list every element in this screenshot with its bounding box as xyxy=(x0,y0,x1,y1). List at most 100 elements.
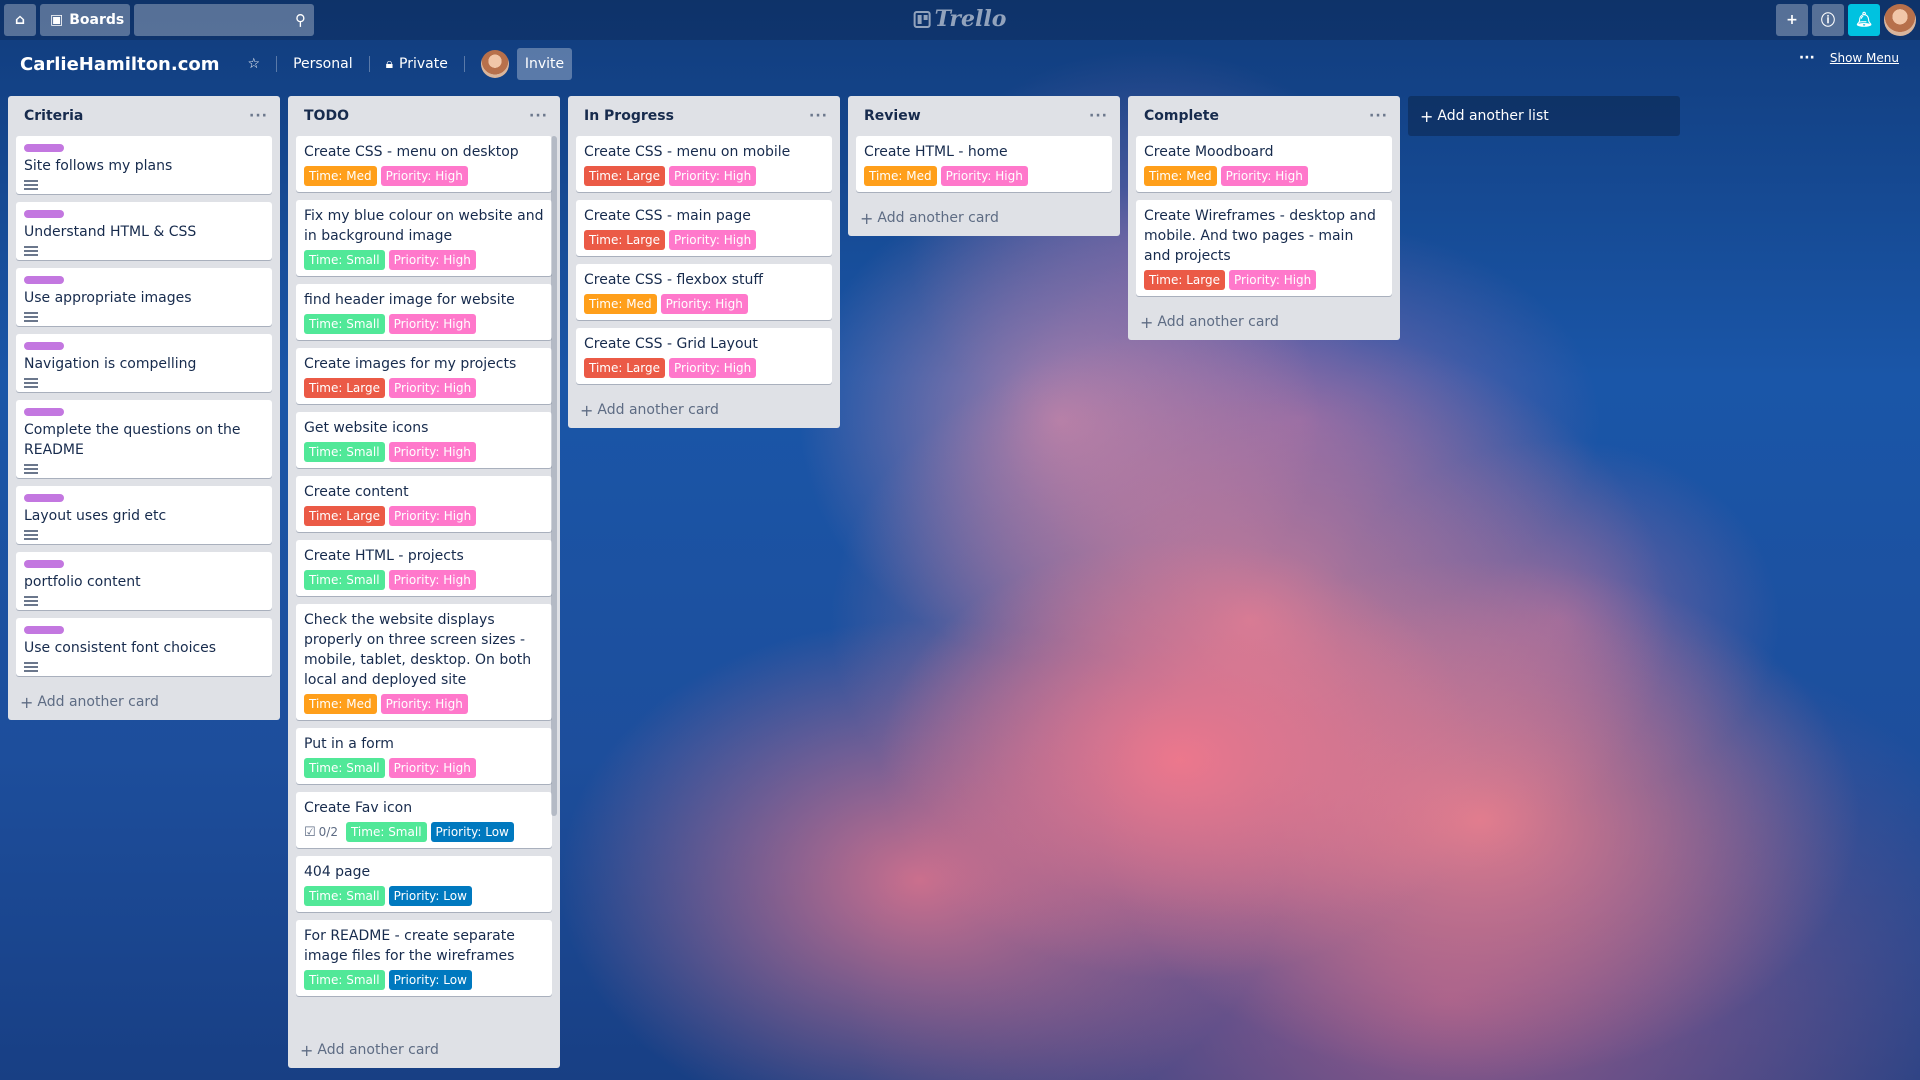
time-label[interactable]: Time: Med xyxy=(864,166,937,186)
list-header[interactable]: Criteria ··· xyxy=(16,96,272,136)
list-header[interactable]: Review ··· xyxy=(856,96,1112,136)
scrollbar[interactable] xyxy=(551,136,557,816)
time-label[interactable]: Time: Large xyxy=(304,506,385,526)
list-menu-icon[interactable]: ··· xyxy=(529,108,548,124)
card[interactable]: Layout uses grid etc xyxy=(16,486,272,544)
search-icon[interactable]: ⚲ xyxy=(295,11,306,29)
invite-button[interactable]: Invite xyxy=(516,48,573,80)
time-label[interactable]: Time: Small xyxy=(304,758,385,778)
card[interactable]: Create CSS - menu on mobile Time: Large Pr… xyxy=(576,136,832,192)
card[interactable]: Create Moodboard Time: Med Priority: High xyxy=(1136,136,1392,192)
priority-label[interactable]: Priority: High xyxy=(388,758,476,778)
card[interactable]: Use consistent font choices xyxy=(16,618,272,676)
card-label[interactable] xyxy=(24,276,64,284)
time-label[interactable]: Time: Med xyxy=(304,694,377,714)
card-label[interactable] xyxy=(24,626,64,634)
member-avatar[interactable] xyxy=(480,50,509,78)
card[interactable]: Get website icons Time: Small Priority: Hi… xyxy=(296,412,552,468)
time-label[interactable]: Time: Med xyxy=(584,294,657,314)
card-label[interactable] xyxy=(24,408,64,416)
priority-label[interactable]: Priority: Low xyxy=(388,886,472,906)
time-label[interactable]: Time: Small xyxy=(304,314,385,334)
card[interactable]: Create content Time: Large Priority: High xyxy=(296,476,552,532)
time-label[interactable]: Time: Med xyxy=(304,166,377,186)
time-label[interactable]: Time: Small xyxy=(345,822,427,842)
priority-label[interactable]: Priority: High xyxy=(388,314,476,334)
list-menu-icon[interactable]: ··· xyxy=(809,108,828,124)
avatar[interactable] xyxy=(1884,4,1916,36)
priority-label[interactable]: Priority: High xyxy=(660,294,748,314)
card[interactable]: find header image for website Time: Small… xyxy=(296,284,552,340)
list-header[interactable]: In Progress ··· xyxy=(576,96,832,136)
card-label[interactable] xyxy=(24,342,64,350)
visibility-button[interactable]: 🔒︎ Private xyxy=(378,48,456,80)
list-menu-icon[interactable]: ··· xyxy=(1089,108,1108,124)
time-label[interactable]: Time: Large xyxy=(304,378,385,398)
list-title[interactable]: Criteria xyxy=(24,108,83,124)
add-card-button[interactable]: + Add another card xyxy=(1136,304,1392,340)
card[interactable]: portfolio content xyxy=(16,552,272,610)
time-label[interactable]: Time: Small xyxy=(304,442,385,462)
list-title[interactable]: In Progress xyxy=(584,108,674,124)
priority-label[interactable]: Priority: High xyxy=(669,358,757,378)
card[interactable]: 404 page Time: Small Priority: Low xyxy=(296,856,552,912)
list-menu-icon[interactable]: ··· xyxy=(1369,108,1388,124)
card[interactable]: Check the website displays properly on t… xyxy=(296,604,552,720)
priority-label[interactable]: Priority: High xyxy=(669,230,757,250)
show-menu-button[interactable]: ··· Show Menu xyxy=(1799,48,1904,68)
add-list-button[interactable]: + Add another list xyxy=(1408,96,1680,136)
priority-label[interactable]: Priority: High xyxy=(1229,270,1317,290)
card[interactable]: Understand HTML & CSS xyxy=(16,202,272,260)
card[interactable]: Use appropriate images xyxy=(16,268,272,326)
boards-button[interactable]: ▣ Boards xyxy=(40,4,130,36)
card-label[interactable] xyxy=(24,144,64,152)
add-card-button[interactable]: + Add another card xyxy=(856,200,1112,236)
card[interactable]: Create HTML - home Time: Med Priority: Hig… xyxy=(856,136,1112,192)
search-input[interactable] xyxy=(134,4,314,36)
add-card-button[interactable]: + Add another card xyxy=(576,392,832,428)
star-button[interactable]: ☆ xyxy=(240,48,269,80)
priority-label[interactable]: Priority: High xyxy=(940,166,1028,186)
list-title[interactable]: Complete xyxy=(1144,108,1219,124)
time-label[interactable]: Time: Small xyxy=(304,570,385,590)
notifications-button[interactable]: 🔔︎ xyxy=(1848,4,1880,36)
card[interactable]: Site follows my plans xyxy=(16,136,272,194)
card[interactable]: Fix my blue colour on website and in bac… xyxy=(296,200,552,276)
time-label[interactable]: Time: Large xyxy=(584,166,665,186)
card-label[interactable] xyxy=(24,494,64,502)
card[interactable]: Create CSS - main page Time: Large Priorit… xyxy=(576,200,832,256)
list-title[interactable]: Review xyxy=(864,108,921,124)
time-label[interactable]: Time: Small xyxy=(304,250,385,270)
priority-label[interactable]: Priority: Low xyxy=(388,970,472,990)
time-label[interactable]: Time: Small xyxy=(304,970,385,990)
card[interactable]: Create Fav icon ☑ 0/2 Time: Small Priority: … xyxy=(296,792,552,848)
list-header[interactable]: Complete ··· xyxy=(1136,96,1392,136)
card[interactable]: Create HTML - projects Time: Small Priorit… xyxy=(296,540,552,596)
priority-label[interactable]: Priority: High xyxy=(388,250,476,270)
time-label[interactable]: Time: Large xyxy=(584,358,665,378)
card[interactable]: For README - create separate image files… xyxy=(296,920,552,996)
time-label[interactable]: Time: Large xyxy=(584,230,665,250)
create-button[interactable]: + xyxy=(1776,4,1808,36)
trello-logo[interactable]: Trello xyxy=(913,6,1006,32)
list-menu-icon[interactable]: ··· xyxy=(249,108,268,124)
time-label[interactable]: Time: Med xyxy=(1144,166,1217,186)
info-button[interactable]: ⓘ xyxy=(1812,4,1844,36)
card-label[interactable] xyxy=(24,210,64,218)
add-card-button[interactable]: + Add another card xyxy=(296,1032,552,1068)
priority-label[interactable]: Priority: High xyxy=(380,694,468,714)
card[interactable]: Put in a form Time: Small Priority: High xyxy=(296,728,552,784)
card[interactable]: Create CSS - menu on desktop Time: Med Pri… xyxy=(296,136,552,192)
card[interactable]: Complete the questions on the README xyxy=(16,400,272,478)
card[interactable]: Create images for my projects Time: Large… xyxy=(296,348,552,404)
card[interactable]: Create CSS - Grid Layout Time: Large Prior… xyxy=(576,328,832,384)
card-label[interactable] xyxy=(24,560,64,568)
card[interactable]: Create CSS - flexbox stuff Time: Med Prior… xyxy=(576,264,832,320)
priority-label[interactable]: Priority: High xyxy=(388,570,476,590)
list-title[interactable]: TODO xyxy=(304,108,349,124)
time-label[interactable]: Time: Large xyxy=(1144,270,1225,290)
board-title[interactable]: CarlieHamilton.com xyxy=(20,54,220,75)
team-button[interactable]: Personal xyxy=(285,48,361,80)
card[interactable]: Navigation is compelling xyxy=(16,334,272,392)
home-button[interactable]: ⌂ xyxy=(4,4,36,36)
